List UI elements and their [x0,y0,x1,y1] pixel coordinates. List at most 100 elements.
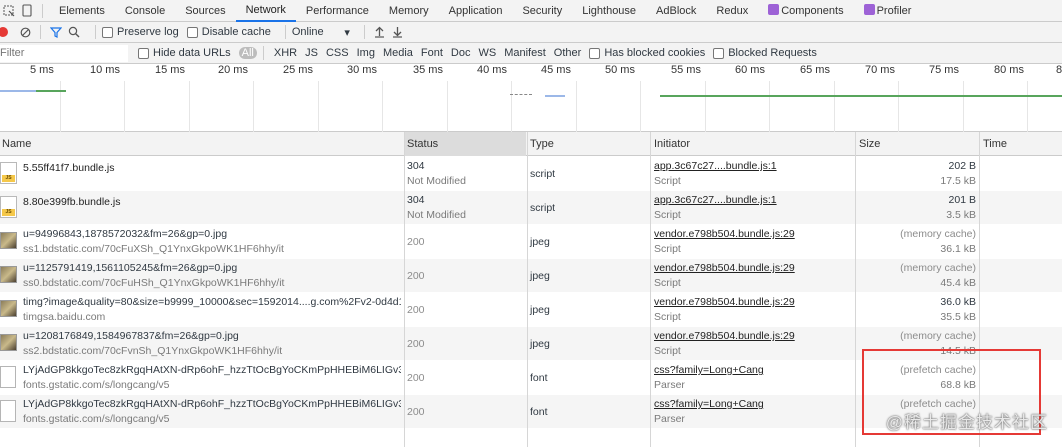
initiator-link[interactable]: css?family=Long+Cang [654,398,764,410]
preserve-log-checkbox[interactable]: Preserve log [102,26,179,38]
column-header-status[interactable]: Status [405,132,526,156]
throttling-select[interactable]: Online ▾ [292,26,358,39]
column-header-time[interactable]: Time [981,132,1062,156]
filter-icon[interactable] [47,21,65,43]
tab-profiler[interactable]: Profiler [854,0,922,22]
column-header-name[interactable]: Name [0,132,404,156]
type-cell: jpeg [529,293,650,327]
filter-type-other[interactable]: Other [550,47,586,59]
filter-type-ws[interactable]: WS [474,47,500,59]
waterfall-bar [0,90,36,92]
resource-size: 45.4 kB [940,277,976,289]
has-blocked-cookies-checkbox[interactable]: Has blocked cookies [589,47,705,59]
transferred-size: 201 B [948,194,976,206]
table-row[interactable]: u=94996843,1878572032&fm=26&gp=0.jpg ss1.… [0,225,1062,259]
filter-type-media[interactable]: Media [379,47,417,59]
initiator-link[interactable]: app.3c67c27....bundle.js:1 [654,194,777,206]
filter-type-xhr[interactable]: XHR [270,47,301,59]
toolbar-divider [284,25,286,39]
name-cell: timg?image&quality=80&size=b9999_10000&s… [0,293,404,327]
size-cell: 36.0 kB 35.5 kB [856,293,976,327]
preserve-log-label: Preserve log [117,26,179,38]
filter-type-font[interactable]: Font [417,47,447,59]
column-header-size[interactable]: Size [857,132,977,156]
request-type: jpeg [530,304,550,316]
timeline-overview[interactable]: 5 ms 10 ms 15 ms 20 ms 25 ms 30 ms 35 ms… [0,64,1062,132]
tab-network[interactable]: Network [235,0,296,22]
request-type: font [530,406,548,418]
clear-icon[interactable] [16,21,34,43]
initiator-link[interactable]: css?family=Long+Cang [654,364,764,376]
gridline [1027,81,1028,132]
tab-memory[interactable]: Memory [379,0,439,22]
status-text: Not Modified [407,175,466,187]
initiator-type: Script [654,243,681,255]
size-cell: (memory cache) 45.4 kB [856,259,976,293]
export-har-icon[interactable] [389,21,407,43]
filter-type-manifest[interactable]: Manifest [500,47,550,59]
timeline-tick: 80 ms [994,64,1024,76]
request-name: u=1125791419,1561105245&fm=26&gp=0.jpg [23,262,238,274]
blocked-requests-checkbox[interactable]: Blocked Requests [713,47,817,59]
filter-type-doc[interactable]: Doc [447,47,475,59]
initiator-link[interactable]: vendor.e798b504.bundle.js:29 [654,296,795,308]
inspect-element-icon[interactable] [0,0,18,22]
tab-application[interactable]: Application [439,0,513,22]
search-icon[interactable] [65,21,83,43]
tab-redux[interactable]: Redux [706,0,758,22]
table-header: Name Status Type Initiator Size Time [0,132,1062,156]
tab-components[interactable]: Components [758,0,853,22]
initiator-type: Parser [654,379,685,391]
gridline [640,81,641,132]
filter-input[interactable] [0,44,128,62]
type-cell: jpeg [529,327,650,361]
status-code: 200 [407,270,425,282]
status-cell: 304 Not Modified [405,191,526,225]
device-toolbar-icon[interactable] [18,0,36,22]
initiator-link[interactable]: vendor.e798b504.bundle.js:29 [654,330,795,342]
name-cell: u=1125791419,1561105245&fm=26&gp=0.jpg ss… [0,259,404,293]
column-header-initiator[interactable]: Initiator [652,132,854,156]
initiator-cell: vendor.e798b504.bundle.js:29 Script [652,259,854,293]
table-row[interactable]: JS 8.80e399fb.bundle.js 304 Not Modified scr… [0,191,1062,225]
table-row[interactable]: JS 5.55ff41f7.bundle.js 304 Not Modified scr… [0,157,1062,191]
image-thumbnail [0,232,17,249]
tab-console[interactable]: Console [115,0,175,22]
resource-size: 17.5 kB [940,175,976,187]
js-badge: JS [2,209,15,216]
tab-sources[interactable]: Sources [175,0,235,22]
import-har-icon[interactable] [371,21,389,43]
filter-type-css[interactable]: CSS [322,47,353,59]
request-name: timg?image&quality=80&size=b9999_10000&s… [23,296,401,308]
tab-security[interactable]: Security [512,0,572,22]
tab-elements[interactable]: Elements [49,0,115,22]
initiator-link[interactable]: vendor.e798b504.bundle.js:29 [654,262,795,274]
timeline-tick: 30 ms [347,64,377,76]
disable-cache-checkbox[interactable]: Disable cache [186,26,271,38]
checkbox-box [186,26,198,38]
initiator-link[interactable]: vendor.e798b504.bundle.js:29 [654,228,795,240]
filter-divider [262,46,264,60]
react-icon [768,3,780,15]
record-icon[interactable] [0,27,8,37]
hide-data-urls-checkbox[interactable]: Hide data URLs [138,47,231,59]
tab-adblock[interactable]: AdBlock [646,0,706,22]
filter-type-all[interactable]: All [238,47,257,59]
checkbox-box [138,47,149,59]
filter-type-js[interactable]: JS [301,47,322,59]
tab-performance[interactable]: Performance [296,0,379,22]
status-cell: 200 [405,361,526,395]
js-file-icon: JS [0,162,17,184]
filter-type-img[interactable]: Img [353,47,379,59]
table-row[interactable]: u=1125791419,1561105245&fm=26&gp=0.jpg ss… [0,259,1062,293]
timeline-tick: 60 ms [735,64,765,76]
status-cell: 200 [405,395,526,429]
table-row[interactable]: timg?image&quality=80&size=b9999_10000&s… [0,293,1062,327]
timeline-tick: 15 ms [155,64,185,76]
tab-lighthouse[interactable]: Lighthouse [572,0,646,22]
gridline [963,81,964,132]
gridline [253,81,254,132]
column-header-type[interactable]: Type [528,132,649,156]
initiator-link[interactable]: app.3c67c27....bundle.js:1 [654,160,777,172]
has-blocked-cookies-label: Has blocked cookies [604,47,706,59]
